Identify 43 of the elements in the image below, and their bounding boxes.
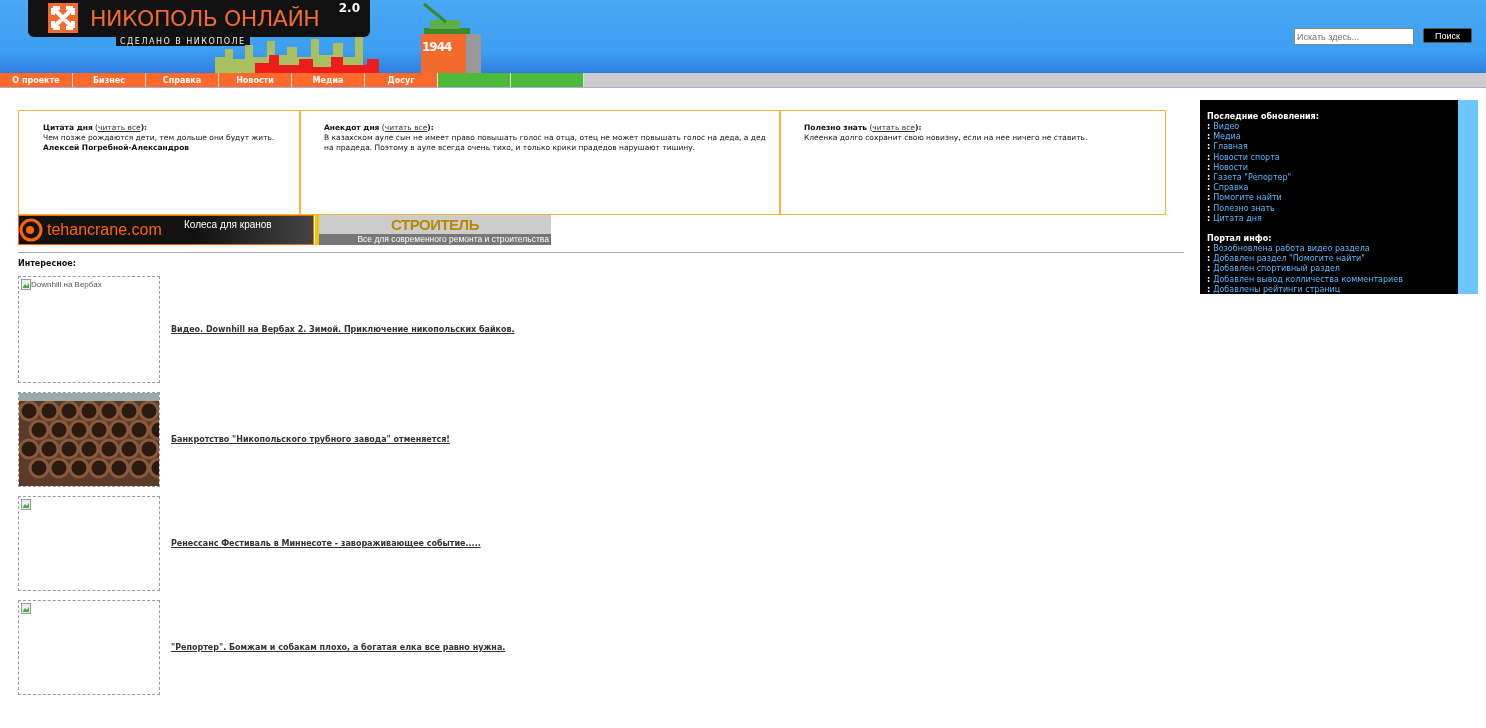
article-link[interactable]: Банкротство "Никопольского трубного завода" отменяется!: [171, 435, 450, 444]
sidebar-link[interactable]: : Медиа: [1207, 132, 1451, 143]
sidebar-link[interactable]: : Добавлены рейтинги страниц: [1207, 284, 1451, 294]
sidebar-link[interactable]: : Добавлен спортивный раздел: [1207, 264, 1451, 275]
banner-tagline: Колеса для кранов: [184, 219, 272, 230]
arrows-logo-icon: [48, 3, 78, 33]
broken-image-icon: [21, 603, 31, 614]
sidebar-heading: Последние обновления:: [1207, 112, 1320, 122]
banner-brand: tehancrane.com: [47, 221, 162, 239]
article-link[interactable]: Ренессанс Фестиваль в Миннесоте - завораживающее событие.....: [171, 539, 481, 548]
sidebar-link[interactable]: : Главная: [1207, 142, 1451, 153]
sidebar-link[interactable]: : Видео: [1207, 122, 1451, 133]
image-alt-text: Downhill на Вербах: [31, 280, 102, 289]
nav-tab[interactable]: [438, 73, 511, 87]
sidebar-link[interactable]: : Добавлен раздел "Помогите найти": [1207, 254, 1451, 265]
logo-slogan: СДЕЛАНО В НИКОПОЛЕ: [116, 37, 250, 46]
banner-tagline: Все для современного ремонта и строительства: [319, 234, 551, 245]
banner-brand: СТРОИТЕЛЬ: [391, 215, 479, 234]
broken-image-icon: [21, 499, 31, 510]
search-field[interactable]: Искать здесь...: [1294, 28, 1414, 45]
sidebar-link[interactable]: : Новости: [1207, 162, 1451, 173]
logo-title: НИКОПОЛЬ ОНЛАЙН: [90, 6, 320, 31]
sidebar-heading: Портал инфо:: [1207, 234, 1273, 244]
sidebar-link[interactable]: : Полезно знать: [1207, 203, 1451, 214]
search-button[interactable]: Поиск: [1423, 28, 1472, 43]
sidebar-link[interactable]: : Цитата дня: [1207, 213, 1451, 225]
circle-logo-icon: [19, 218, 43, 242]
version-label: 2.0: [338, 1, 360, 15]
section-heading: Интересное:: [18, 259, 77, 268]
sidebar-link[interactable]: : Газета "Репортер": [1207, 173, 1451, 184]
article-link[interactable]: "Репортер". Бомжам и собакам плохо, а богатая елка все равно нужна.: [171, 643, 506, 652]
sidebar-link[interactable]: : Новости спорта: [1207, 152, 1451, 163]
sidebar-link[interactable]: : Справка: [1207, 183, 1451, 194]
article-link[interactable]: Видео. Downhill на Вербах 2. Зимой. Приключение никопольских байков.: [171, 325, 515, 334]
nav-tab[interactable]: [511, 73, 584, 87]
logo[interactable]: НИКОПОЛЬ ОНЛАЙН 2.0: [28, 0, 370, 37]
broken-image-icon: [21, 279, 31, 290]
monument-year: 1944: [422, 40, 452, 54]
builder-banner[interactable]: СТРОИТЕЛЬ Все для современного ремонта и строительства: [315, 215, 551, 245]
sidebar-link[interactable]: : Возобновлена работа видео раздела: [1207, 244, 1451, 255]
crane-banner[interactable]: tehancrane.com Колеса для кранов: [18, 215, 314, 245]
sidebar-link[interactable]: : Помогите найти: [1207, 193, 1451, 204]
sidebar-link[interactable]: : Добавлен вывод колличества комментариев: [1207, 274, 1451, 285]
